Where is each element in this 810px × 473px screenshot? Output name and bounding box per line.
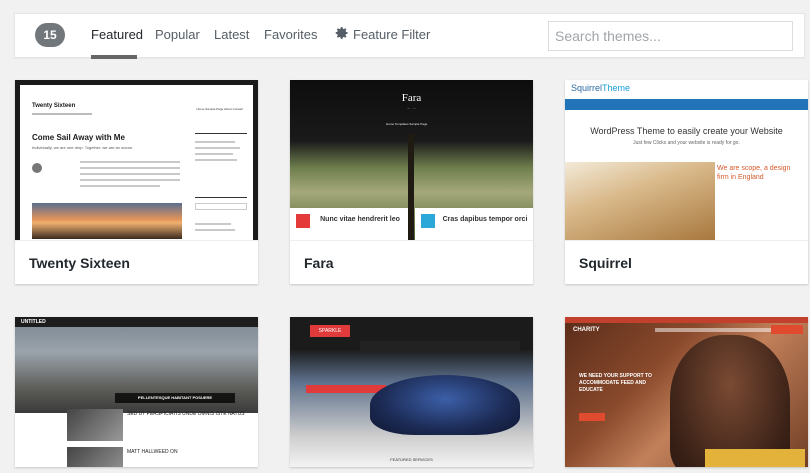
preview-nav: Home Sample Page About Contact (196, 107, 243, 111)
preview-header: SquirrelTheme (565, 80, 808, 94)
preview-featured-heading: FEATURED SERVICES (390, 457, 433, 462)
preview-tagline: — · — (407, 106, 416, 110)
preview-logo: SPARKLE (310, 325, 350, 337)
sidebar-search (195, 203, 247, 210)
theme-card-charity[interactable]: CHARITY WE NEED YOUR SUPPORT TO ACCOMMOD… (565, 317, 808, 467)
preview-portrait-image (670, 335, 790, 467)
theme-card-twenty-sixteen[interactable]: Twenty Sixteen Home Sample Page About Co… (15, 80, 258, 284)
preview-subline: Individually, we are one drop. Together,… (32, 145, 134, 150)
preview-logo: CHARITY (573, 327, 600, 333)
preview-logo: SquirrelTheme (571, 83, 631, 93)
theme-screenshot[interactable]: Fara — · — Home Templates Sample Page Nu… (290, 80, 533, 240)
preview-side-text: We are scope, a design firm in England (717, 165, 791, 181)
preview-site-title: Twenty Sixteen (32, 103, 76, 109)
tab-favorites[interactable]: Favorites (264, 27, 317, 42)
theme-screenshot[interactable]: SPARKLE FEATURED SERVICES (290, 317, 533, 467)
theme-count-badge: 15 (35, 23, 65, 47)
tab-popular[interactable]: Popular (155, 27, 200, 42)
tab-featured[interactable]: Featured (91, 27, 143, 42)
preview-text-line (80, 185, 160, 187)
preview-portrait-shirt (705, 449, 805, 467)
preview-post-title: SED UT PERSPICIATIS UNDE OMNIS ISTE NATU… (127, 411, 245, 417)
tab-latest[interactable]: Latest (214, 27, 249, 42)
preview-cta-button (579, 413, 605, 421)
preview-post: MATT HALLWEED ON (67, 447, 247, 467)
panel-text: Nunc vitae hendrerit leo (320, 216, 400, 223)
theme-name[interactable]: Squirrel (565, 240, 808, 284)
preview-text-line (80, 161, 180, 163)
avatar (32, 163, 42, 173)
search-themes-input[interactable] (548, 21, 793, 51)
theme-screenshot[interactable]: SquirrelTheme WordPress Theme to easily … (565, 80, 808, 240)
preview-top-bar (565, 317, 808, 323)
preview-top-bar: UNTITLED (15, 317, 258, 327)
sidebar-line (195, 147, 240, 149)
preview-subline: Just few Clicks and your website is read… (633, 140, 740, 146)
sidebar-line (195, 141, 235, 143)
preview-headline: Come Sail Away with Me (32, 133, 125, 142)
sidebar-line (195, 229, 235, 231)
preview-logo: UNTITLED (21, 319, 46, 325)
preview-post-title: MATT HALLWEED ON (127, 449, 178, 455)
preview-panel-left: Nunc vitae hendrerit leo (290, 208, 408, 240)
theme-filter-bar: 15 Featured Popular Latest Favorites Fea… (14, 13, 805, 59)
preview-banner: PELLENTESQUE HABITANT POSUERE (115, 393, 235, 403)
theme-screenshot[interactable]: Twenty Sixteen Home Sample Page About Co… (15, 80, 258, 240)
preview-text-line (80, 167, 180, 169)
preview-post: SED UT PERSPICIATIS UNDE OMNIS ISTE NATU… (67, 409, 247, 441)
preview-panel-right: Cras dapibus tempor orci (415, 208, 533, 240)
preview-post-thumb (67, 447, 123, 467)
preview-headline: WE NEED YOUR SUPPORT TO ACCOMMODATE FEED… (579, 373, 652, 393)
preview-text-line (80, 179, 180, 181)
preview-divider (408, 134, 414, 240)
preview-laptop-image (565, 162, 715, 240)
active-tab-indicator (91, 55, 137, 59)
theme-card-sparkle[interactable]: SPARKLE FEATURED SERVICES (290, 317, 533, 467)
panel-icon (421, 214, 435, 228)
sidebar-line (195, 223, 231, 225)
sidebar-rule (195, 197, 247, 198)
preview-page: Twenty Sixteen Home Sample Page About Co… (20, 85, 253, 240)
preview-site-title: Fara (401, 92, 422, 104)
preview-donate-button (771, 325, 803, 334)
theme-screenshot[interactable]: CHARITY WE NEED YOUR SUPPORT TO ACCOMMOD… (565, 317, 808, 467)
preview-nav-bar (565, 99, 808, 110)
sidebar-rule (195, 133, 247, 134)
preview-nav: Home Templates Sample Page (386, 122, 428, 126)
theme-name[interactable]: Twenty Sixteen (15, 240, 258, 284)
preview-car-image (370, 375, 520, 435)
preview-text-line (80, 173, 180, 175)
panel-text: Cras dapibus tempor orci (442, 216, 528, 223)
preview-headline: WordPress Theme to easily create your We… (590, 126, 783, 136)
gear-icon[interactable] (335, 26, 349, 40)
preview-nav-bar (360, 341, 520, 351)
preview-nav (655, 328, 775, 332)
panel-icon (296, 214, 310, 228)
sidebar-line (195, 153, 233, 155)
feature-filter-button[interactable]: Feature Filter (353, 27, 430, 42)
theme-screenshot[interactable]: UNTITLED PELLENTESQUE HABITANT POSUERE S… (15, 317, 258, 467)
sidebar-line (195, 159, 237, 161)
preview-post-thumb (67, 409, 123, 441)
theme-name[interactable]: Fara (290, 240, 533, 284)
preview-tagline-placeholder (32, 113, 92, 115)
preview-red-strip (306, 385, 386, 393)
preview-sunset-image (32, 203, 182, 239)
theme-card-squirrel[interactable]: SquirrelTheme WordPress Theme to easily … (565, 80, 808, 284)
theme-card-untitled[interactable]: UNTITLED PELLENTESQUE HABITANT POSUERE S… (15, 317, 258, 467)
theme-card-fara[interactable]: Fara — · — Home Templates Sample Page Nu… (290, 80, 533, 284)
